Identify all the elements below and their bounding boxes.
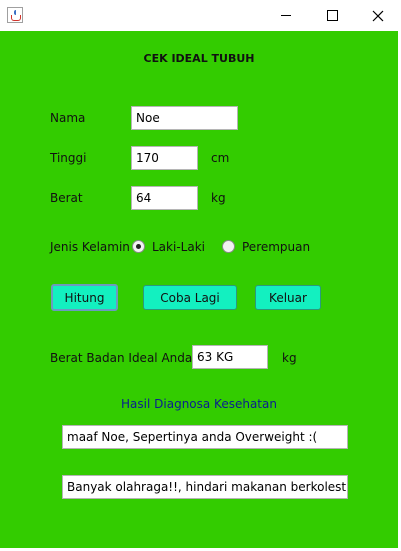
keluar-button[interactable]: Keluar: [255, 285, 321, 310]
tinggi-input[interactable]: 170: [131, 146, 198, 170]
title-bar: [0, 0, 401, 31]
radio-laki-laki-label[interactable]: Laki-Laki: [152, 240, 205, 254]
radio-perempuan-label[interactable]: Perempuan: [242, 240, 310, 254]
close-button[interactable]: [355, 0, 401, 31]
tinggi-unit: cm: [211, 151, 230, 165]
maximize-button[interactable]: [309, 0, 355, 31]
radio-perempuan[interactable]: [222, 240, 235, 253]
advice-field[interactable]: Banyak olahraga!!, hindari makanan berko…: [62, 475, 348, 499]
ideal-weight-field[interactable]: 63 KG: [192, 345, 268, 369]
berat-unit: kg: [211, 191, 226, 205]
tinggi-label: Tinggi: [50, 151, 87, 165]
minimize-icon: [281, 15, 291, 16]
berat-label: Berat: [50, 191, 83, 205]
main-panel: CEK IDEAL TUBUH Nama Noe Tinggi 170 cm B…: [0, 31, 398, 548]
nama-label: Nama: [50, 111, 86, 125]
diagnosis-heading: Hasil Diagnosa Kesehatan: [121, 397, 277, 411]
coba-lagi-button[interactable]: Coba Lagi: [143, 285, 237, 310]
ideal-weight-unit: kg: [282, 351, 297, 365]
hitung-button[interactable]: Hitung: [51, 284, 118, 311]
page-title: CEK IDEAL TUBUH: [143, 52, 255, 65]
maximize-icon: [326, 10, 338, 21]
diagnosis-field[interactable]: maaf Noe, Sepertinya anda Overweight :(: [62, 425, 348, 449]
nama-input[interactable]: Noe: [131, 106, 238, 130]
gender-label: Jenis Kelamin: [50, 240, 130, 254]
ideal-weight-label: Berat Badan Ideal Anda :: [50, 351, 201, 365]
minimize-button[interactable]: [263, 0, 309, 31]
java-cup-icon: [7, 7, 23, 23]
close-icon: [372, 10, 384, 21]
radio-laki-laki[interactable]: [132, 240, 145, 253]
berat-input[interactable]: 64: [131, 186, 198, 210]
